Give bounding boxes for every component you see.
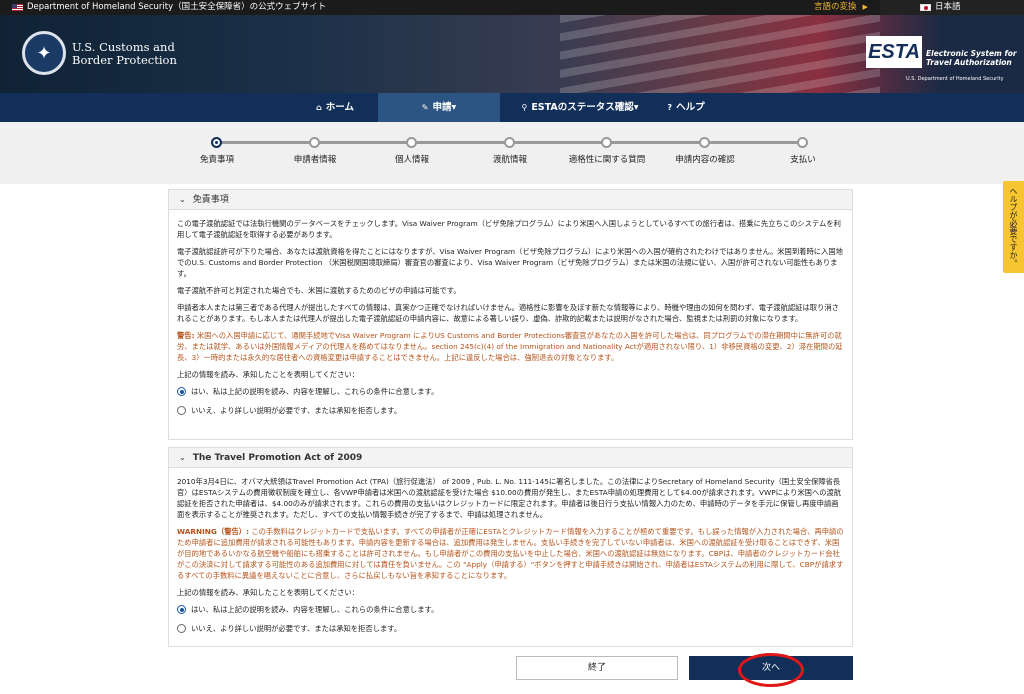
esta-tagline: Electronic System for Travel Authorizatio… — [926, 49, 1017, 67]
nav-home[interactable]: ⌂ ホーム — [300, 93, 370, 122]
disclaimer-paragraph: この電子渡航認証では法執行機関のデータベースをチェックします。Visa Waiv… — [177, 219, 841, 239]
step-label: 個人情報 — [394, 155, 429, 165]
agency-line-2: Border Protection — [72, 53, 177, 67]
step-label: 渡航情報 — [492, 155, 527, 165]
tpa-disagree-option[interactable]: いいえ、より詳しい説明が必要です、または承知を拒否します。 — [177, 623, 844, 634]
flag-background — [560, 15, 880, 93]
nav-home-label[interactable]: ホーム — [326, 93, 354, 122]
question-icon: ? — [667, 103, 673, 112]
main-nav: ⌂ ホーム ✎ 申請▾ ⚲ ESTAのステータス確認▾ ? ヘルプ — [0, 93, 1024, 122]
disclaimer-warning: 警告: 米国への入国申請に応じて、通関手続地でVisa Waiver Progr… — [177, 331, 843, 362]
step-label: 申請者情報 — [293, 155, 337, 165]
nav-status-label[interactable]: ESTAのステータス確認 — [531, 93, 633, 122]
disclaimer-prompt: 上記の情報を読み、承知したことを表明してください： — [177, 370, 359, 379]
japan-flag-icon — [920, 4, 931, 11]
tpa-panel: ⌄ The Travel Promotion Act of 2009 2010年3… — [168, 447, 853, 647]
dhs-seal-logo: ✦ — [22, 31, 66, 75]
us-flag-icon — [12, 4, 23, 11]
chevron-down-icon: ⌄ — [179, 195, 186, 204]
disagree-label[interactable]: いいえ、より詳しい説明が必要です、または承知を拒否します。 — [191, 405, 401, 416]
step-dot — [504, 137, 515, 148]
disclaimer-header[interactable]: ⌄ 免責事項 — [169, 190, 852, 210]
tpa-warning: WARNING（警告）: この手数料はクレジットカードで支払います。すべての申請… — [177, 527, 844, 580]
language-change-link[interactable]: 言語の変換 ▶ — [814, 0, 868, 15]
disclaimer-paragraph: 電子渡航不許可と判定された場合でも、米国に渡航するためのビザの申請は可能です。 — [177, 286, 461, 295]
caret-down-icon: ▾ — [633, 102, 639, 113]
step-dot — [309, 137, 320, 148]
step-dot — [406, 137, 417, 148]
nav-apply[interactable]: ✎ 申請▾ — [378, 93, 500, 122]
pencil-icon: ✎ — [421, 103, 429, 112]
nav-status[interactable]: ⚲ ESTAのステータス確認▾ — [510, 93, 650, 122]
nav-help[interactable]: ? ヘルプ — [656, 93, 716, 122]
disclaimer-paragraph: 電子渡航認証許可が下りた場合、あなたは渡航資格を得たことにはなりますが、Visa… — [177, 247, 843, 278]
tpa-agree-option[interactable]: はい、私は上記の説明を読み、内容を理解し、これらの条件に合意します。 — [177, 604, 844, 615]
disclaimer-title: 免責事項 — [192, 195, 229, 205]
cbp-wordmark: U.S. Customs and Border Protection — [72, 41, 177, 67]
home-icon: ⌂ — [316, 103, 322, 112]
search-icon: ⚲ — [521, 103, 528, 112]
step-label: 支払い — [790, 155, 816, 165]
disclaimer-panel: ⌄ 免責事項 この電子渡航認証では法執行機関のデータベースをチェックします。Vis… — [168, 189, 853, 440]
disclaimer-disagree-option[interactable]: いいえ、より詳しい説明が必要です、または承知を拒否します。 — [177, 405, 844, 416]
radio-unchecked[interactable] — [177, 624, 186, 633]
tpa-header[interactable]: ⌄ The Travel Promotion Act of 2009 — [169, 448, 852, 468]
radio-checked[interactable] — [177, 605, 186, 614]
disagree-label[interactable]: いいえ、より詳しい説明が必要です、または承知を拒否します。 — [191, 623, 401, 634]
tpa-prompt: 上記の情報を読み、承知したことを表明してください： — [177, 588, 359, 597]
top-bar: Department of Homeland Security（国土安全保障省）… — [0, 0, 1024, 15]
step-dot — [601, 137, 612, 148]
agree-label[interactable]: はい、私は上記の説明を読み、内容を理解し、これらの条件に合意します。 — [191, 604, 438, 615]
exit-button[interactable]: 終了 — [516, 656, 678, 680]
header-banner: ✦ U.S. Customs and Border Protection EST… — [0, 15, 1024, 93]
official-site-text: Department of Homeland Security（国土安全保障省）… — [27, 2, 327, 12]
step-label: 適格性に関する質問 — [568, 155, 646, 165]
step-label: 申請内容の確認 — [675, 155, 735, 165]
nav-help-label[interactable]: ヘルプ — [676, 93, 705, 122]
step-dot — [699, 137, 710, 148]
radio-checked[interactable] — [177, 387, 186, 396]
agree-label[interactable]: はい、私は上記の説明を読み、内容を理解し、これらの条件に合意します。 — [191, 386, 438, 397]
highlight-circle — [738, 653, 804, 687]
tpa-paragraph: 2010年3月4日に、オバマ大統領はTravel Promotion Act (… — [177, 477, 842, 519]
help-tab[interactable]: ヘルプが必要ですか。 — [1003, 181, 1024, 273]
arrow-right-icon: ▶ — [862, 3, 868, 11]
esta-logo-mark: ESTA — [866, 36, 922, 68]
step-dot — [797, 137, 808, 148]
caret-down-icon: ▾ — [451, 102, 457, 113]
step-dot — [211, 137, 222, 148]
nav-apply-label[interactable]: 申請 — [432, 93, 451, 122]
language-change-label[interactable]: 言語の変換 — [814, 2, 857, 12]
step-label: 免責事項 — [199, 155, 234, 165]
tpa-title: The Travel Promotion Act of 2009 — [192, 453, 363, 463]
esta-subtitle: U.S. Department of Homeland Security — [906, 76, 1004, 82]
radio-unchecked[interactable] — [177, 406, 186, 415]
chevron-down-icon: ⌄ — [179, 453, 186, 462]
language-label[interactable]: 日本語 — [935, 0, 961, 15]
esta-logo: ESTA Electronic System for Travel Authori… — [866, 36, 1018, 88]
disclaimer-paragraph: 申請者本人または第三者である代理人が提出したすべての情報は、真実かつ正確でなけれ… — [177, 303, 839, 323]
disclaimer-agree-option[interactable]: はい、私は上記の説明を読み、内容を理解し、これらの条件に合意します。 — [177, 386, 844, 397]
progress-steps: 免責事項 申請者情報 個人情報 渡航情報 適格性に関する質問 申請内容の確認 支払い — [0, 122, 1024, 184]
